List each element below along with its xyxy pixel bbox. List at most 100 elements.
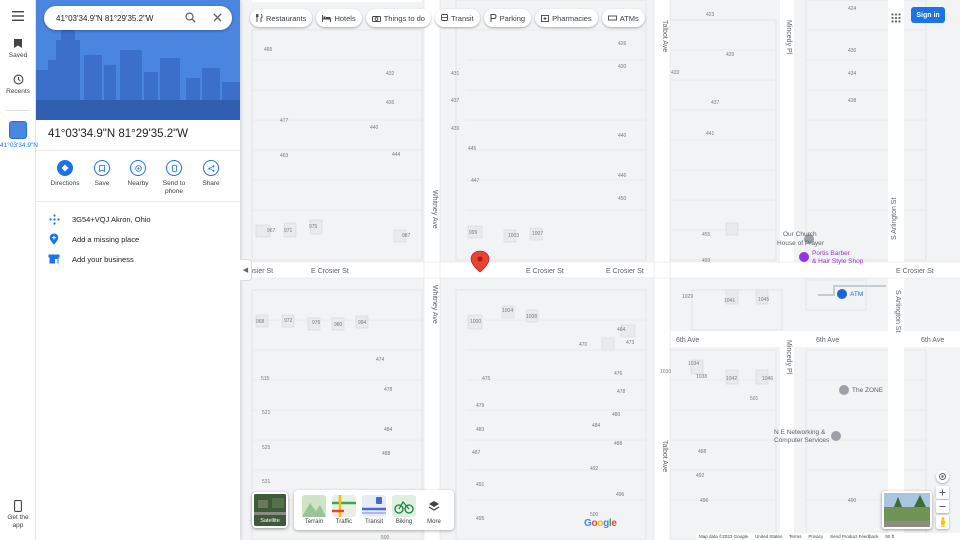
svg-text:491: 491 [476, 482, 485, 488]
svg-text:1041: 1041 [724, 298, 735, 304]
share-icon [207, 164, 214, 172]
terms-link[interactable]: Terms [789, 534, 801, 539]
transit-icon [362, 497, 386, 514]
layer-biking[interactable]: Biking [391, 495, 417, 525]
svg-text:1029: 1029 [682, 294, 693, 300]
svg-text:446: 446 [618, 173, 627, 179]
search-icon[interactable] [185, 12, 196, 23]
add-location-icon [49, 233, 59, 245]
zoom-in-button[interactable] [936, 486, 949, 499]
plus-code-icon [48, 213, 60, 225]
chip-restaurants[interactable]: Restaurants [250, 9, 313, 27]
my-location-button[interactable] [936, 470, 949, 483]
send-to-phone-button[interactable]: Send to phone [154, 160, 194, 196]
minus-icon [939, 505, 946, 508]
plus-code-text: 3G54+VQJ Akron, Ohio [72, 214, 151, 224]
chip-pharmacies[interactable]: Pharmacies [535, 9, 598, 27]
history-icon [13, 74, 23, 85]
street-view-preview[interactable] [882, 491, 932, 529]
chip-hotels[interactable]: Hotels [316, 9, 362, 27]
hotel-icon [322, 14, 332, 22]
get-app-label: Get the app [7, 514, 29, 529]
svg-text:480: 480 [612, 412, 621, 418]
layer-traffic[interactable]: Traffic [331, 495, 357, 525]
my-location-icon [939, 473, 946, 480]
layer-more[interactable]: More [421, 495, 447, 525]
nearby-icon [134, 164, 142, 172]
svg-text:976: 976 [312, 320, 321, 326]
svg-text:1038: 1038 [696, 374, 707, 380]
add-business-text: Add your business [72, 254, 134, 264]
search-input[interactable] [56, 13, 176, 23]
directions-button[interactable]: Directions [45, 160, 85, 188]
street-label-6th-ave-1: 6th Ave [676, 337, 699, 344]
scale-label[interactable]: 50 ft [885, 534, 894, 539]
zoom-out-button[interactable] [936, 500, 949, 513]
svg-text:968: 968 [256, 319, 265, 325]
recents-button[interactable]: Recents [0, 74, 36, 96]
poi-the-zone[interactable]: The ZONE [839, 385, 884, 395]
plus-code-row[interactable]: 3G54+VQJ Akron, Ohio [36, 209, 240, 229]
svg-text:999: 999 [469, 230, 478, 236]
layers-icon [428, 501, 440, 511]
directions-label: Directions [50, 180, 80, 187]
nearby-button[interactable]: Nearby [118, 160, 158, 188]
share-button[interactable]: Share [191, 160, 231, 188]
saved-button[interactable]: Saved [0, 38, 36, 60]
restaurant-icon [256, 14, 263, 22]
menu-button[interactable] [0, 11, 36, 21]
country-link[interactable]: United States [755, 534, 782, 539]
sign-in-button[interactable]: Sign in [911, 7, 945, 23]
layer-terrain[interactable]: Terrain [301, 495, 327, 525]
svg-text:436: 436 [386, 100, 395, 106]
svg-text:434: 434 [848, 71, 857, 77]
svg-text:464: 464 [617, 327, 626, 333]
poi-atm[interactable]: ATM [837, 289, 863, 299]
pegman-button[interactable] [936, 515, 949, 529]
save-button[interactable]: Save [82, 160, 122, 188]
send-to-phone-label: Send to phone [162, 180, 186, 195]
svg-text:423: 423 [706, 12, 715, 18]
recent-place-button[interactable]: 41°03'34.9"N [0, 121, 38, 150]
chip-atms[interactable]: ATMs [601, 9, 645, 27]
terrain-icon [302, 503, 326, 517]
action-bar: Directions Save Nearby Send to phone Sha… [36, 160, 240, 200]
street-label-talbot-2: Talbot Ave [661, 440, 668, 472]
svg-text:484: 484 [592, 423, 601, 429]
svg-text:1045: 1045 [758, 297, 769, 303]
chip-label: Pharmacies [552, 13, 592, 23]
layer-transit[interactable]: Transit [361, 495, 387, 525]
svg-text:450: 450 [618, 196, 627, 202]
add-business-row[interactable]: Add your business [36, 249, 240, 269]
feedback-link[interactable]: Send Product Feedback [830, 534, 878, 539]
close-icon[interactable] [212, 12, 223, 23]
satellite-toggle[interactable]: Satellite [252, 492, 288, 528]
get-app-button[interactable]: Get the app [0, 500, 36, 530]
collapse-panel-button[interactable]: ◀ [240, 259, 252, 281]
svg-text:437: 437 [451, 98, 460, 104]
privacy-link[interactable]: Privacy [808, 534, 823, 539]
chip-label: Restaurants [266, 13, 307, 23]
svg-text:477: 477 [280, 118, 289, 124]
svg-text:447: 447 [471, 178, 480, 184]
saved-label: Saved [8, 52, 28, 59]
svg-text:984: 984 [358, 320, 367, 326]
svg-text:967: 967 [267, 228, 276, 234]
svg-text:433: 433 [671, 70, 680, 76]
google-apps-button[interactable] [891, 10, 901, 28]
svg-text:445: 445 [468, 146, 477, 152]
add-missing-place-text: Add a missing place [72, 234, 140, 244]
bookmark-icon [99, 164, 105, 172]
svg-text:531: 531 [262, 479, 271, 485]
chip-transit[interactable]: Transit [434, 9, 480, 27]
svg-text:515: 515 [261, 376, 270, 382]
chip-parking[interactable]: Parking [483, 9, 532, 27]
chip-things-to-do[interactable]: Things to do [365, 9, 431, 27]
svg-text:437: 437 [711, 100, 720, 106]
layer-label: Traffic [335, 519, 353, 525]
svg-text:430: 430 [618, 64, 627, 70]
add-missing-place-row[interactable]: Add a missing place [36, 229, 240, 249]
svg-text:438: 438 [848, 98, 857, 104]
nearby-label: Nearby [127, 180, 149, 187]
layer-label: Biking [395, 519, 413, 525]
